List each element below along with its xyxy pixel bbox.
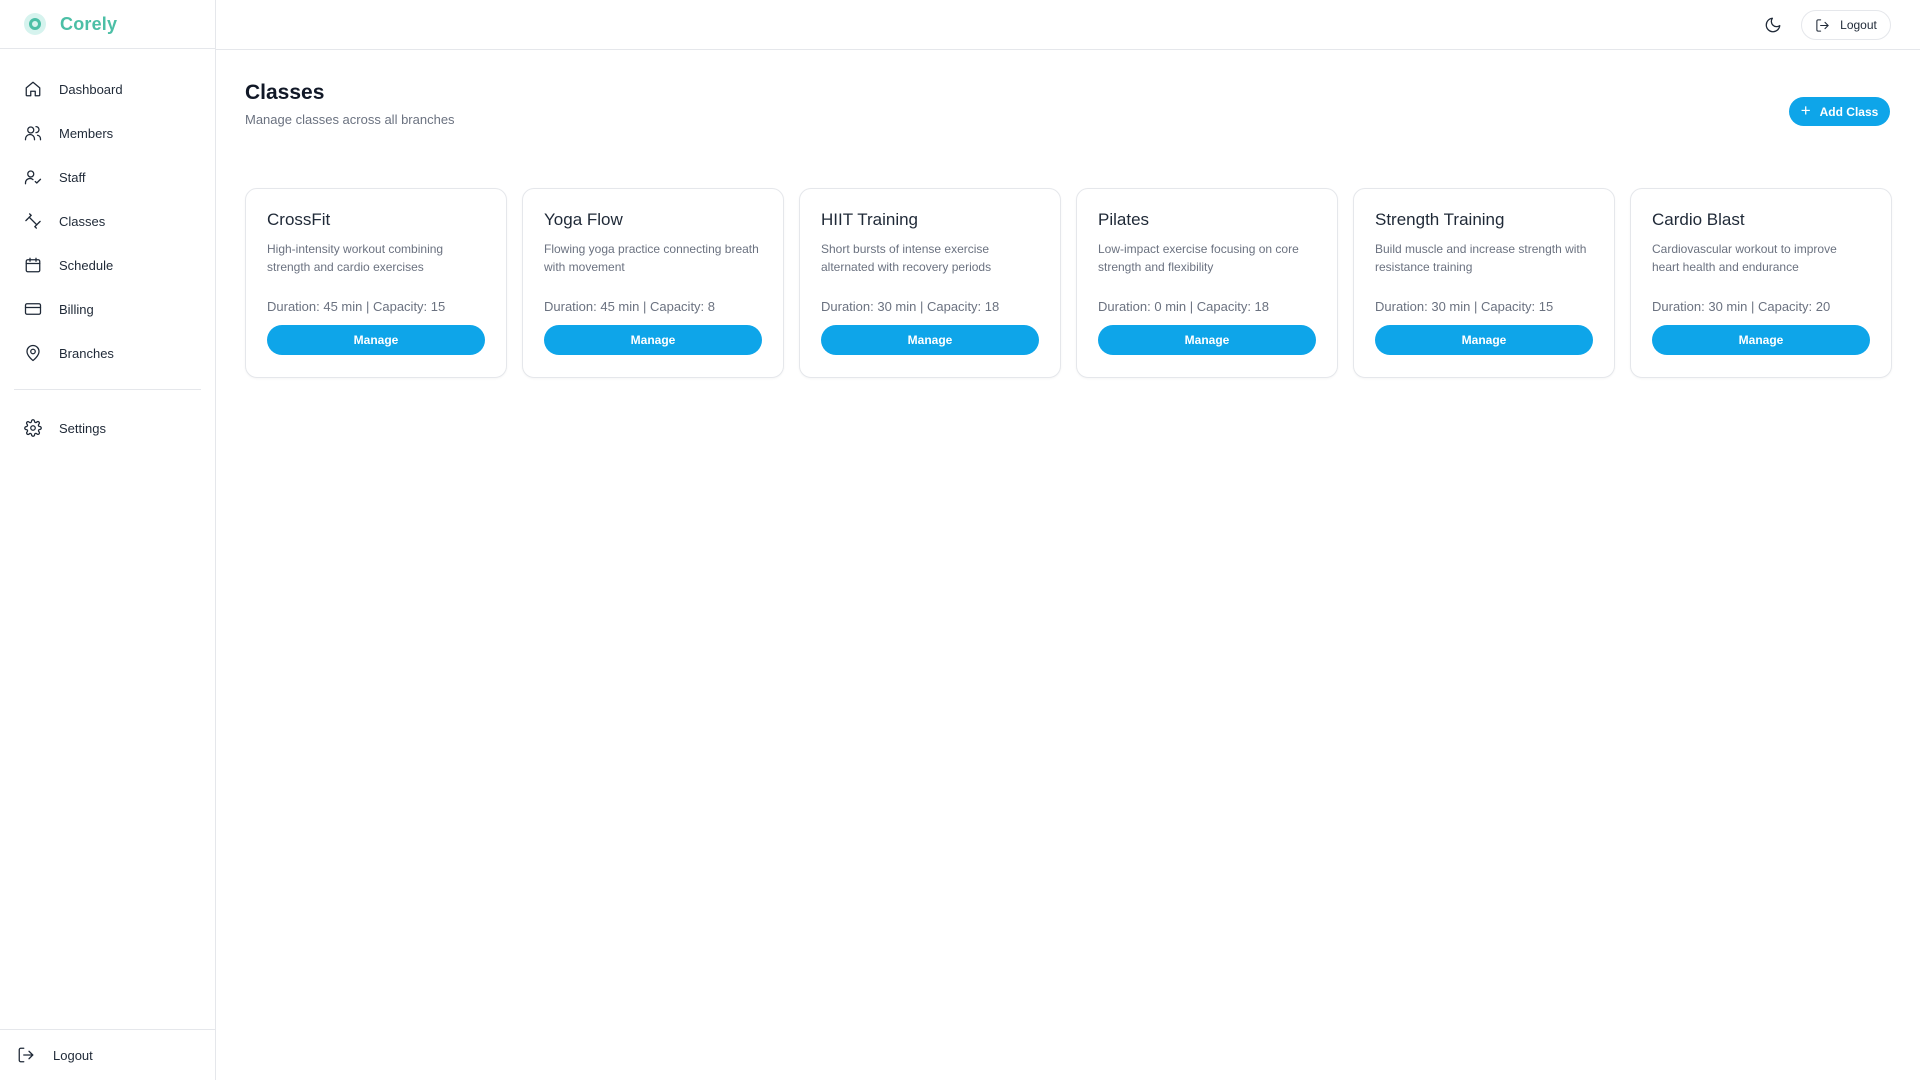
sidebar-item-label: Classes [59,213,106,229]
class-title: Pilates [1098,210,1150,229]
top-header: Logout [216,0,1920,50]
sidebar-logout-label: Logout [53,1047,93,1063]
class-title: Cardio Blast [1652,210,1745,229]
class-meta: Duration: 30 min | Capacity: 15 [1375,299,1554,314]
class-description: Cardiovascular workout to improve heart … [1652,242,1837,274]
class-meta: Duration: 45 min | Capacity: 15 [267,299,446,314]
sidebar-item-dashboard[interactable]: Dashboard [0,67,215,111]
manage-button[interactable]: Manage [1098,325,1316,355]
brand-name: Corely [60,13,118,34]
logout-icon [18,1047,34,1063]
class-title: CrossFit [267,210,331,229]
header-logout-button[interactable]: Logout [1801,10,1891,40]
class-cards: CrossFit High-intensity workout combinin… [245,188,1892,378]
theme-toggle-button[interactable] [1762,14,1784,36]
class-title: Strength Training [1375,210,1505,229]
sidebar-item-label: Billing [59,301,94,317]
page-title: Classes [245,81,325,104]
dumbbell-icon [25,213,41,229]
add-class-label: Add Class [1819,104,1879,119]
class-description: Flowing yoga practice connecting breath … [544,242,759,274]
users-icon [24,125,42,141]
class-card: Cardio Blast Cardiovascular workout to i… [1630,188,1892,378]
sidebar-logout-button[interactable]: Logout [0,1029,215,1080]
sidebar-item-label: Dashboard [59,81,123,97]
sidebar-item-branches[interactable]: Branches [0,331,215,375]
sidebar-item-label: Members [59,125,114,141]
class-description: Short bursts of intense exercise alterna… [821,242,992,274]
brand-logo-icon [24,13,46,35]
map-pin-icon [26,344,40,362]
sidebar-divider [14,389,201,390]
plus-icon: + [1800,101,1811,120]
sidebar-item-label: Staff [59,169,86,185]
class-meta: Duration: 30 min | Capacity: 18 [821,299,1000,314]
manage-button[interactable]: Manage [821,325,1039,355]
sidebar: Corely Dashboard Members Staff Classes S… [0,0,216,1080]
class-title: Yoga Flow [544,210,623,229]
header-logout-label: Logout [1840,18,1877,32]
class-card: Yoga Flow Flowing yoga practice connecti… [522,188,784,378]
sidebar-item-label: Settings [59,420,106,436]
manage-button[interactable]: Manage [267,325,485,355]
sidebar-nav: Dashboard Members Staff Classes Schedule… [0,49,215,450]
sidebar-item-label: Schedule [59,257,114,273]
class-card: Pilates Low-impact exercise focusing on … [1076,188,1338,378]
class-description: Build muscle and increase strength with … [1375,242,1587,274]
sidebar-item-staff[interactable]: Staff [0,155,215,199]
sidebar-item-billing[interactable]: Billing [0,287,215,331]
sidebar-item-label: Branches [59,345,114,361]
add-class-button[interactable]: + Add Class [1789,97,1890,126]
calendar-icon [25,257,41,273]
user-check-icon [24,170,42,185]
sidebar-item-settings[interactable]: Settings [0,406,215,450]
page-subtitle: Manage classes across all branches [245,112,455,127]
gear-icon [24,419,42,437]
brand[interactable]: Corely [0,0,215,49]
moon-icon [1765,17,1781,33]
home-icon [25,81,41,97]
manage-button[interactable]: Manage [544,325,762,355]
manage-button[interactable]: Manage [1375,325,1593,355]
class-description: Low-impact exercise focusing on core str… [1098,242,1299,274]
sidebar-item-schedule[interactable]: Schedule [0,243,215,287]
class-card: CrossFit High-intensity workout combinin… [245,188,507,378]
class-description: High-intensity workout combining strengt… [267,242,444,274]
class-meta: Duration: 30 min | Capacity: 20 [1652,299,1831,314]
class-title: HIIT Training [821,210,919,229]
class-meta: Duration: 0 min | Capacity: 18 [1098,299,1270,314]
class-card: Strength Training Build muscle and incre… [1353,188,1615,378]
sidebar-item-classes[interactable]: Classes [0,199,215,243]
logout-icon [1816,18,1829,32]
class-card: HIIT Training Short bursts of intense ex… [799,188,1061,378]
credit-card-icon [24,303,42,315]
sidebar-item-members[interactable]: Members [0,111,215,155]
class-meta: Duration: 45 min | Capacity: 8 [544,299,716,314]
manage-button[interactable]: Manage [1652,325,1870,355]
